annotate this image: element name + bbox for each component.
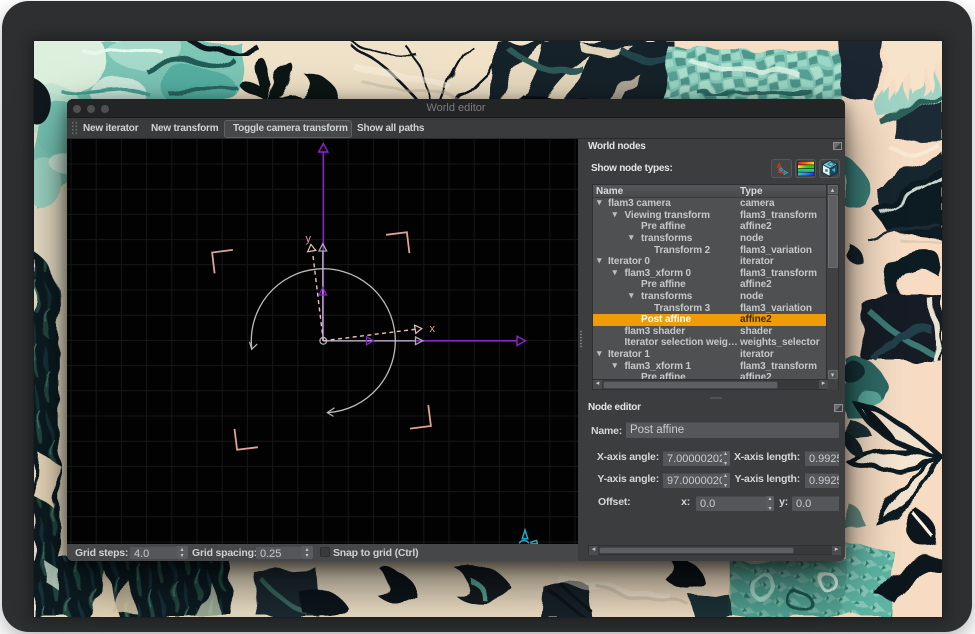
- svg-text:x: x: [430, 323, 436, 335]
- svg-text:y: y: [306, 233, 312, 245]
